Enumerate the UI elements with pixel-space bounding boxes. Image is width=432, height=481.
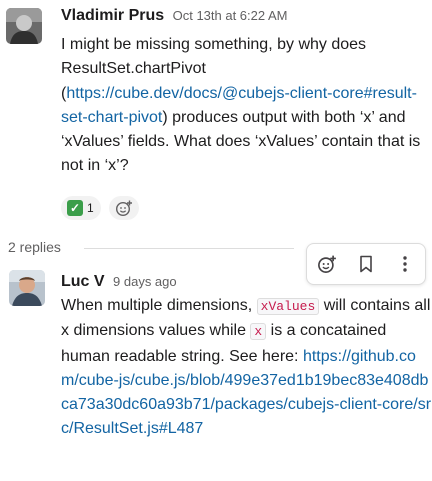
white-check-mark-icon: ✓ [67, 200, 83, 216]
divider [84, 248, 294, 249]
add-reaction-button[interactable] [312, 249, 342, 279]
timestamp[interactable]: Oct 13th at 6:22 AM [173, 8, 288, 23]
message-body: When multiple dimensions, xValues will c… [61, 294, 431, 442]
reactions-bar: ✓ 1 [61, 196, 139, 220]
avatar[interactable] [6, 8, 42, 44]
replies-count[interactable]: 2 replies [8, 239, 61, 255]
author-name[interactable]: Luc V [61, 273, 105, 290]
inline-code: x [250, 323, 267, 341]
reaction-count: 1 [87, 201, 94, 215]
message-header: Luc V 9 days ago [61, 273, 177, 291]
bookmark-icon [360, 255, 372, 273]
author-name[interactable]: Vladimir Prus [61, 7, 164, 24]
more-actions-button[interactable] [390, 249, 420, 279]
message-actions-toolbar [306, 243, 426, 285]
avatar[interactable] [9, 270, 45, 306]
inline-code: xValues [256, 298, 320, 315]
timestamp[interactable]: 9 days ago [113, 274, 177, 289]
save-button[interactable] [351, 249, 381, 279]
add-emoji-icon [115, 200, 132, 217]
message-text: When multiple dimensions, [61, 297, 257, 314]
reaction-check[interactable]: ✓ 1 [61, 196, 101, 220]
message-body: I might be missing something, by why doe… [61, 33, 431, 179]
more-actions-icon [403, 256, 408, 272]
add-reaction-button[interactable] [108, 196, 139, 220]
add-reaction-icon [317, 255, 336, 273]
message-header: Vladimir Prus Oct 13th at 6:22 AM [61, 7, 288, 25]
